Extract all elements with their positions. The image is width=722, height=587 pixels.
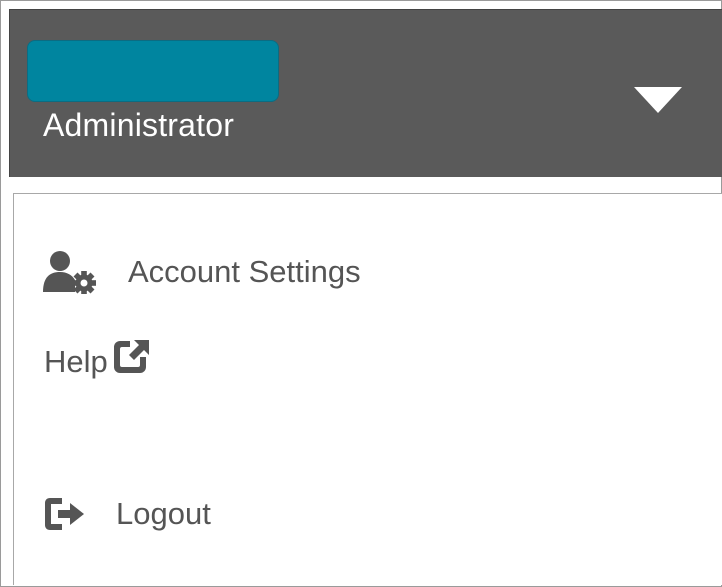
user-gear-icon: [42, 250, 100, 294]
help-menu-item[interactable]: Help: [44, 334, 152, 390]
user-name-badge: [27, 40, 279, 102]
sign-out-icon: [42, 494, 90, 534]
caret-down-icon: [634, 87, 682, 113]
account-settings-label: Account Settings: [128, 254, 361, 289]
logout-label: Logout: [116, 496, 211, 531]
help-label: Help: [44, 344, 108, 379]
user-menu-panel: Administrator Account Settings Help Logo…: [0, 0, 722, 587]
logout-menu-item[interactable]: Logout: [42, 490, 211, 538]
user-dropdown-menu: Account Settings Help Logout: [13, 193, 722, 585]
dropdown-toggle-button[interactable]: [628, 75, 688, 115]
user-role-label: Administrator: [43, 107, 235, 143]
user-header: Administrator: [9, 9, 722, 177]
account-settings-menu-item[interactable]: Account Settings: [42, 244, 361, 300]
external-link-icon: [112, 337, 152, 377]
